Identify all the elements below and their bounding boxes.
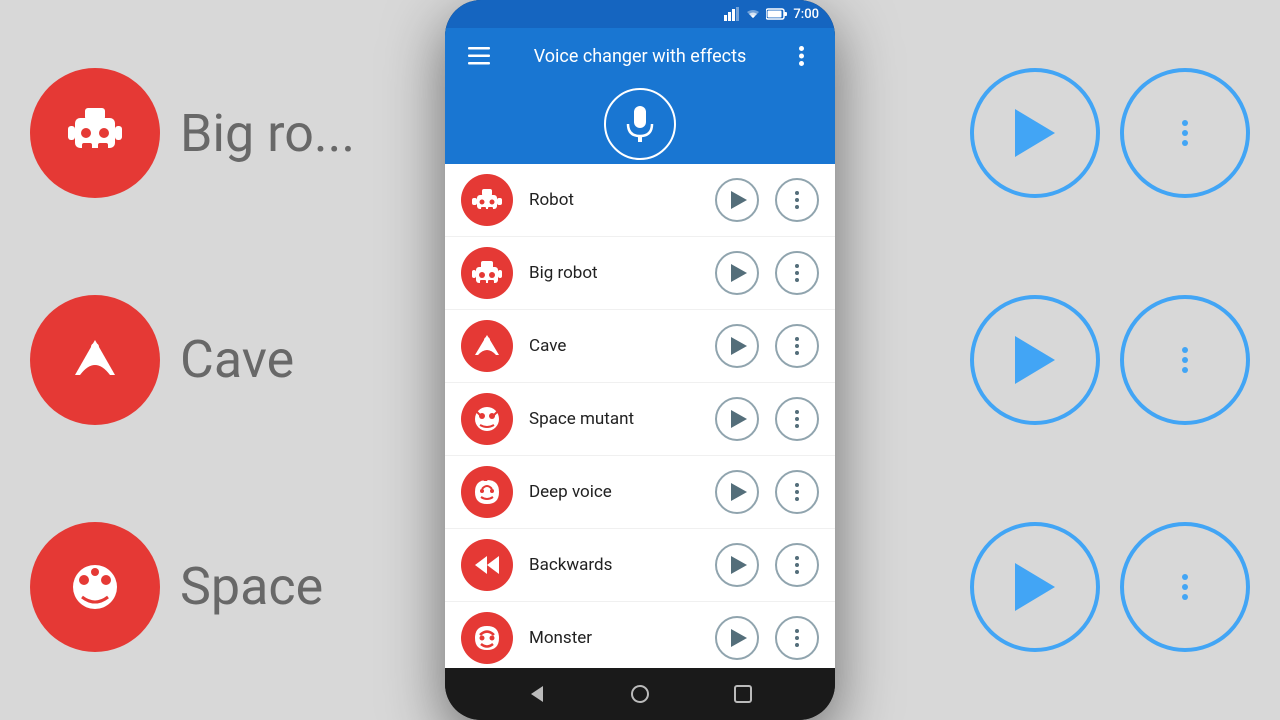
effect-item-backwards[interactable]: Backwards — [445, 529, 835, 602]
microphone-icon — [624, 106, 656, 142]
bg-right-play-2 — [970, 295, 1100, 425]
bg-right-more-2 — [1120, 295, 1250, 425]
effect-item-monster[interactable]: Monster — [445, 602, 835, 668]
effect-name-cave: Cave — [529, 336, 699, 356]
wifi-icon — [745, 7, 761, 21]
effect-item-deep-voice[interactable]: Deep voice — [445, 456, 835, 529]
bg-label-bigro: Big ro... — [180, 103, 355, 164]
bg-right — [860, 0, 1280, 720]
signal-icon — [724, 7, 740, 21]
hamburger-icon — [468, 47, 490, 65]
effect-name-deep-voice: Deep voice — [529, 482, 699, 502]
more-button-backwards[interactable] — [775, 543, 819, 587]
more-button-robot[interactable] — [775, 178, 819, 222]
three-dots-icon — [795, 556, 799, 574]
more-button-space-mutant[interactable] — [775, 397, 819, 441]
home-button[interactable] — [618, 672, 662, 716]
play-triangle-icon — [731, 483, 747, 501]
play-button-deep-voice[interactable] — [715, 470, 759, 514]
bg-right-more-1 — [1120, 68, 1250, 198]
effect-name-monster: Monster — [529, 628, 699, 648]
bg-icon-robot — [30, 68, 160, 198]
status-icons: 7:00 — [724, 7, 819, 22]
hamburger-menu-button[interactable] — [461, 38, 497, 74]
more-button-big-robot[interactable] — [775, 251, 819, 295]
bg-icon-cave — [30, 295, 160, 425]
play-triangle-icon — [731, 191, 747, 209]
status-time: 7:00 — [793, 7, 819, 22]
bg-label-cave: Cave — [180, 329, 294, 390]
effect-name-robot: Robot — [529, 190, 699, 210]
more-button-monster[interactable] — [775, 616, 819, 660]
three-dots-icon — [795, 191, 799, 209]
play-button-space-mutant[interactable] — [715, 397, 759, 441]
effect-item-big-robot[interactable]: Big robot — [445, 237, 835, 310]
status-bar: 7:00 — [445, 0, 835, 28]
back-icon — [527, 684, 547, 704]
effect-icon-big-robot — [461, 247, 513, 299]
effect-icon-deep-voice — [461, 466, 513, 518]
bg-label-space: Space — [180, 556, 323, 617]
battery-icon — [766, 8, 788, 20]
three-dots-icon — [795, 337, 799, 355]
effect-name-backwards: Backwards — [529, 555, 699, 575]
overflow-icon — [799, 46, 804, 66]
effect-name-big-robot: Big robot — [529, 263, 699, 283]
mic-area — [445, 84, 835, 164]
effect-icon-space-mutant — [461, 393, 513, 445]
effect-name-space-mutant: Space mutant — [529, 409, 699, 429]
effect-icon-monster — [461, 612, 513, 664]
effects-list: Robot — [445, 164, 835, 668]
play-triangle-icon — [731, 410, 747, 428]
phone-device: 7:00 Voice changer with effects — [445, 0, 835, 720]
play-button-backwards[interactable] — [715, 543, 759, 587]
bg-right-play-3 — [970, 522, 1100, 652]
play-triangle-icon — [731, 337, 747, 355]
bg-right-more-3 — [1120, 522, 1250, 652]
play-button-robot[interactable] — [715, 178, 759, 222]
three-dots-icon — [795, 410, 799, 428]
play-button-cave[interactable] — [715, 324, 759, 368]
three-dots-icon — [795, 264, 799, 282]
three-dots-icon — [795, 483, 799, 501]
app-title: Voice changer with effects — [513, 46, 767, 67]
more-button-deep-voice[interactable] — [775, 470, 819, 514]
recents-button[interactable] — [721, 672, 765, 716]
effect-icon-robot — [461, 174, 513, 226]
overflow-menu-button[interactable] — [783, 38, 819, 74]
effect-icon-cave — [461, 320, 513, 372]
effect-item-space-mutant[interactable]: Space mutant — [445, 383, 835, 456]
play-triangle-icon — [731, 556, 747, 574]
back-button[interactable] — [515, 672, 559, 716]
bg-icon-space — [30, 522, 160, 652]
play-button-big-robot[interactable] — [715, 251, 759, 295]
play-triangle-icon — [731, 629, 747, 647]
app-bar: Voice changer with effects — [445, 28, 835, 84]
bg-right-play-1 — [970, 68, 1100, 198]
navigation-bar — [445, 668, 835, 720]
effect-icon-backwards — [461, 539, 513, 591]
microphone-button[interactable] — [604, 88, 676, 160]
more-button-cave[interactable] — [775, 324, 819, 368]
three-dots-icon — [795, 629, 799, 647]
play-button-monster[interactable] — [715, 616, 759, 660]
recents-icon — [734, 685, 752, 703]
effect-item-robot[interactable]: Robot — [445, 164, 835, 237]
home-icon — [630, 684, 650, 704]
bg-left: Big ro... Cave — [0, 0, 420, 720]
effect-item-cave[interactable]: Cave — [445, 310, 835, 383]
play-triangle-icon — [731, 264, 747, 282]
